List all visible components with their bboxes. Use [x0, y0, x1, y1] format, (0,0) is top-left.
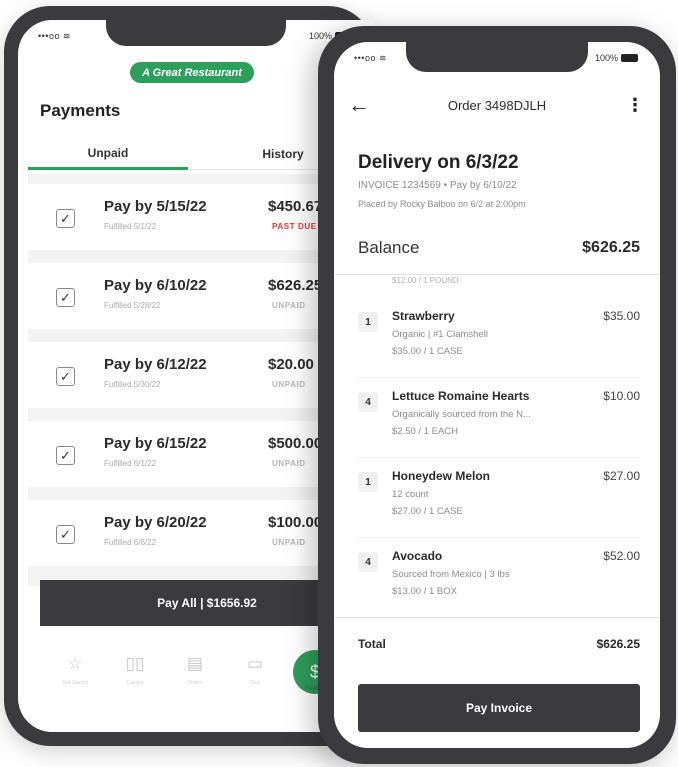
delivery-heading: Delivery on 6/3/22	[358, 152, 519, 173]
battery-icon	[621, 54, 638, 62]
payment-due-date: Pay by 5/15/22	[104, 198, 207, 215]
order-line-item[interactable]: 1 Honeydew Melon 12 count $27.00 / 1 CAS…	[334, 458, 660, 538]
signal-indicator: •••oo ≋	[354, 53, 387, 64]
phone-notch	[106, 20, 286, 46]
checkmark-icon: ✓	[60, 447, 71, 463]
nav-item-orders[interactable]: ▤ Orders	[170, 654, 220, 686]
item-quantity: 4	[358, 552, 378, 572]
order-line-item[interactable]: 4 Avocado Sourced from Mexico | 3 lbs $1…	[334, 538, 660, 618]
list-icon: ▤	[186, 654, 204, 673]
book-icon: ▯▯	[125, 654, 145, 673]
status-badge: PAST DUE	[272, 222, 317, 231]
scrolled-item-text: $12.00 / 1 POUND	[392, 276, 459, 284]
wifi-icon: ≋	[378, 53, 388, 63]
payment-due-date: Pay by 6/12/22	[104, 356, 207, 373]
order-line-item[interactable]: 4 Lettuce Romaine Hearts Organically sou…	[334, 378, 660, 458]
payment-checkbox[interactable]: ✓	[56, 209, 75, 228]
payment-checkbox[interactable]: ✓	[56, 525, 75, 544]
item-name: Lettuce Romaine Hearts	[392, 389, 530, 403]
item-quantity: 4	[358, 392, 378, 412]
battery-level: 100%	[594, 53, 618, 63]
checkmark-icon: ✓	[60, 526, 71, 542]
item-unit-price: $13.00 / 1 BOX	[392, 586, 457, 597]
total-amount: $626.25	[596, 637, 640, 651]
item-name: Avocado	[392, 549, 443, 563]
checkmark-icon: ✓	[60, 368, 71, 384]
item-amount: $52.00	[603, 549, 640, 563]
wifi-icon: ≋	[62, 31, 72, 41]
payment-fulfilled-date: Fulfilled 5/28/22	[104, 301, 161, 310]
payment-amount: $20.00	[268, 356, 314, 373]
item-name: Honeydew Melon	[392, 469, 491, 483]
payment-checkbox[interactable]: ✓	[56, 446, 75, 465]
item-amount: $10.00	[603, 389, 640, 403]
battery-indicator: 100%	[595, 53, 638, 63]
payment-due-date: Pay by 6/10/22	[104, 277, 207, 294]
signal-text: •••oo	[354, 53, 376, 63]
restaurant-selector-pill[interactable]: A Great Restaurant	[130, 62, 254, 83]
status-badge: UNPAID	[272, 380, 306, 389]
payment-fulfilled-date: Fulfilled 5/1/22	[104, 222, 157, 231]
payment-amount: $626.25	[268, 277, 323, 294]
balance-divider	[334, 274, 660, 275]
star-icon: ☆	[67, 654, 83, 673]
payment-fulfilled-date: Fulfilled 6/1/22	[104, 459, 157, 468]
placed-by-line: Placed by Rocky Balboo on 6/2 at 2:00pm	[358, 199, 526, 209]
payment-amount: $450.67	[268, 198, 323, 215]
order-line-item[interactable]: 1 Strawberry Organic | #1 Clamshell $35.…	[334, 298, 660, 378]
checkmark-icon: ✓	[60, 210, 71, 226]
item-description: Sourced from Mexico | 3 lbs	[392, 569, 510, 580]
item-unit-price: $27.00 / 1 CASE	[392, 506, 463, 517]
pay-invoice-button[interactable]: Pay Invoice	[358, 684, 640, 732]
nav-label: Chat	[249, 680, 261, 686]
payment-due-date: Pay by 6/15/22	[104, 435, 207, 452]
item-unit-price: $35.00 / 1 CASE	[392, 346, 463, 357]
nav-label: Orders	[187, 680, 203, 686]
item-quantity: 1	[358, 312, 378, 332]
more-options-icon[interactable]: ⋮	[626, 94, 644, 116]
status-badge: UNPAID	[272, 538, 306, 547]
signal-text: •••oo	[38, 31, 60, 41]
order-screen: •••oo ≋ 100% ← Order 3498DJLH ⋮ Delivery…	[334, 42, 660, 748]
item-description: Organic | #1 Clamshell	[392, 329, 488, 340]
status-badge: UNPAID	[272, 459, 306, 468]
balance-label: Balance	[358, 238, 420, 257]
item-name: Strawberry	[392, 309, 455, 323]
payment-fulfilled-date: Fulfilled 5/30/22	[104, 380, 161, 389]
nav-item-chat[interactable]: ▭ Chat	[230, 654, 280, 686]
item-amount: $35.00	[603, 309, 640, 323]
page-title: Payments	[40, 101, 121, 120]
payment-due-date: Pay by 6/20/22	[104, 514, 207, 531]
nav-item-catalog[interactable]: ▯▯ Catalog	[110, 654, 160, 686]
payment-amount: $500.00	[268, 435, 323, 452]
payment-amount: $100.00	[268, 514, 323, 531]
nav-label: Catalog	[126, 680, 144, 686]
item-unit-price: $2.50 / 1 EACH	[392, 426, 459, 437]
payment-checkbox[interactable]: ✓	[56, 367, 75, 386]
order-header: ← Order 3498DJLH ⋮	[334, 92, 660, 120]
total-divider	[334, 617, 660, 618]
order-title: Order 3498DJLH	[447, 98, 547, 113]
checkmark-icon: ✓	[60, 289, 71, 305]
balance-amount: $626.25	[582, 239, 640, 256]
total-label: Total	[358, 637, 386, 651]
tab-unpaid[interactable]: Unpaid	[28, 138, 188, 170]
item-quantity: 1	[358, 472, 378, 492]
nav-item-get-started[interactable]: ☆ Get Started	[50, 654, 100, 686]
battery-level: 100%	[308, 31, 332, 41]
chat-icon: ▭	[246, 654, 264, 673]
item-description: 12 count	[392, 489, 429, 500]
status-badge: UNPAID	[272, 301, 306, 310]
item-description: Organically sourced from the N...	[392, 409, 531, 420]
payment-checkbox[interactable]: ✓	[56, 288, 75, 307]
payment-fulfilled-date: Fulfilled 6/6/22	[104, 538, 157, 547]
order-phone-frame: •••oo ≋ 100% ← Order 3498DJLH ⋮ Delivery…	[318, 26, 676, 764]
phone-notch	[406, 42, 588, 72]
signal-indicator: •••oo ≋	[38, 31, 71, 42]
invoice-line: INVOICE 1234569 • Pay by 6/10/22	[358, 180, 517, 191]
nav-label: Get Started	[62, 680, 88, 686]
item-amount: $27.00	[603, 469, 640, 483]
